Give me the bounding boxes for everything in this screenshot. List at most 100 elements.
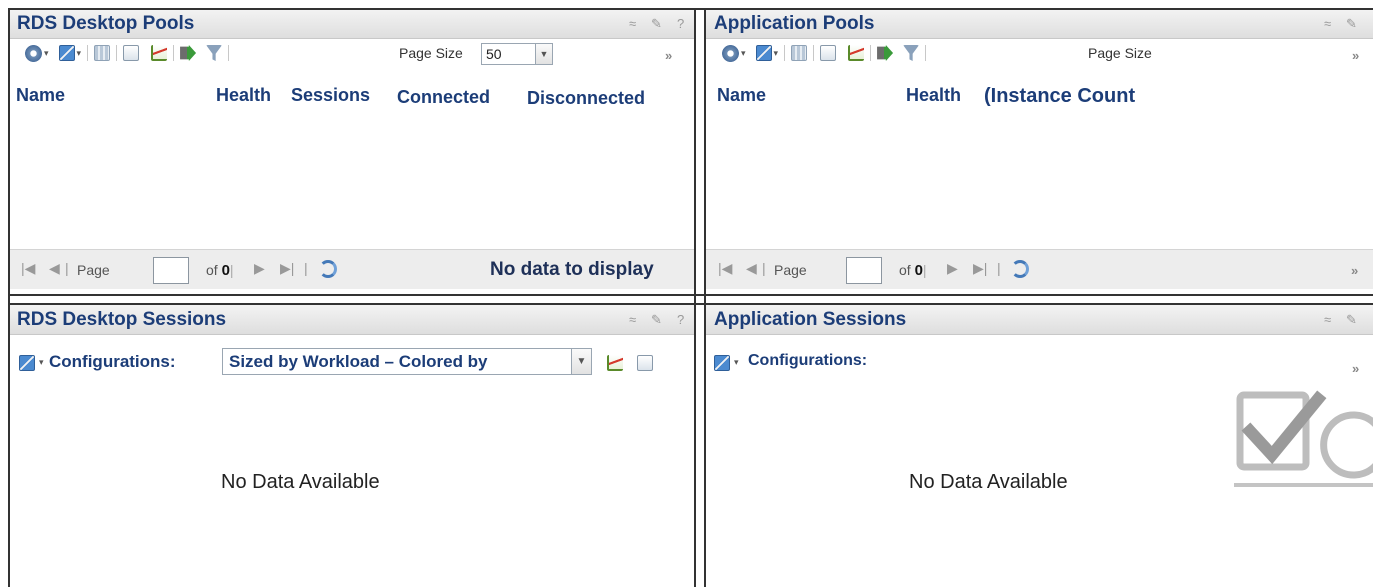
chevron-down-icon[interactable]: ▾ <box>734 357 739 368</box>
refresh-icon[interactable] <box>1011 260 1029 278</box>
more-icon[interactable]: » <box>665 48 672 63</box>
more-icon[interactable]: » <box>1352 48 1359 63</box>
column-header-name[interactable]: Name <box>16 85 65 106</box>
column-header-connected[interactable]: Connected <box>397 87 490 108</box>
collapse-icon[interactable]: ≈ <box>629 16 636 31</box>
page-total: of 0| <box>206 262 234 279</box>
next-page-icon[interactable]: ▶ <box>947 260 958 277</box>
column-header-instance-count[interactable]: (Instance Count <box>984 85 1135 108</box>
configurations-value: Sized by Workload – Colored by <box>229 352 488 371</box>
separator <box>116 45 118 61</box>
chevron-down-icon[interactable]: ▼ <box>535 44 552 64</box>
window-icon[interactable] <box>19 355 35 371</box>
panel-title: RDS Desktop Sessions <box>17 309 227 330</box>
last-page-icon[interactable]: ▶| <box>973 260 987 277</box>
pagination-bar: |◀ ◀ | Page of 0| ▶ ▶| | » <box>706 249 1373 289</box>
panel-title: Application Sessions <box>714 309 907 330</box>
more-icon[interactable]: » <box>1351 263 1358 278</box>
gear-icon[interactable] <box>722 44 739 62</box>
filter-icon[interactable] <box>206 45 223 61</box>
export-icon[interactable] <box>180 45 197 61</box>
more-icon[interactable]: » <box>1352 361 1359 376</box>
copy-icon[interactable] <box>637 355 653 371</box>
chart-icon[interactable] <box>151 45 168 61</box>
table-icon[interactable] <box>791 45 808 61</box>
of-label: of <box>899 262 911 278</box>
table-icon[interactable] <box>94 45 111 61</box>
page-total: of 0| <box>899 262 927 279</box>
toolbar: ▾ ▾ Page Size » <box>706 40 1373 67</box>
configurations-label: Configurations: <box>49 352 176 371</box>
chart-icon[interactable] <box>848 45 865 61</box>
no-data-message: No Data Available <box>221 471 380 493</box>
chevron-down-icon[interactable]: ▾ <box>39 357 44 368</box>
application-pools-panel: Application Pools ≈ ✎ ▾ ▾ Page Size » Na… <box>706 9 1373 294</box>
rds-desktop-sessions-panel: RDS Desktop Sessions ≈ ✎ ? ▾ Configurati… <box>9 305 695 587</box>
column-header-health[interactable]: Health <box>216 85 271 106</box>
column-header-disconnected[interactable]: Disconnected <box>527 88 645 109</box>
next-page-icon[interactable]: ▶ <box>254 260 265 277</box>
prev-page-icon[interactable]: ◀ <box>746 260 757 277</box>
checkmark-watermark-icon <box>1234 390 1373 487</box>
toolbar: ▾ ▾ Page Size 50 ▼ » <box>9 40 695 67</box>
page-number-input[interactable] <box>153 257 189 284</box>
page-number-input[interactable] <box>846 257 882 284</box>
separator: | <box>304 260 308 276</box>
divider <box>8 8 10 587</box>
no-data-status: No data to display <box>490 259 654 280</box>
rds-desktop-pools-panel: RDS Desktop Pools ≈ ✎ ? ▾ ▾ Page Size 50… <box>9 9 695 294</box>
panel-header: Application Pools ≈ ✎ <box>706 9 1373 39</box>
edit-icon[interactable]: ✎ <box>651 312 662 328</box>
no-data-message: No Data Available <box>909 471 1068 493</box>
chevron-down-icon[interactable]: ▾ <box>77 48 82 59</box>
panel-header: RDS Desktop Pools ≈ ✎ ? <box>9 9 695 39</box>
edit-icon[interactable]: ✎ <box>1346 16 1357 32</box>
configurations-select[interactable]: Sized by Workload – Colored by ▼ <box>222 348 592 375</box>
application-sessions-panel: Application Sessions ≈ ✎ ▾ Configuration… <box>706 305 1373 587</box>
separator <box>870 45 872 61</box>
collapse-icon[interactable]: ≈ <box>1324 16 1331 31</box>
window-icon[interactable] <box>755 45 772 61</box>
help-icon[interactable]: ? <box>677 16 684 31</box>
page-size-select[interactable]: 50 ▼ <box>481 43 553 65</box>
first-page-icon[interactable]: |◀ <box>21 260 35 277</box>
gear-icon[interactable] <box>25 44 42 62</box>
chevron-down-icon[interactable]: ▼ <box>571 349 591 374</box>
column-header-name[interactable]: Name <box>717 85 766 106</box>
toolbar-icons: ▾ ▾ <box>25 43 235 63</box>
edit-icon[interactable]: ✎ <box>1346 312 1357 328</box>
copy-icon[interactable] <box>820 45 837 61</box>
page-size-label: Page Size <box>1088 45 1152 61</box>
export-icon[interactable] <box>877 45 894 61</box>
last-page-icon[interactable]: ▶| <box>280 260 294 277</box>
column-header-health[interactable]: Health <box>906 85 961 106</box>
configurations-label: Configurations: <box>748 352 868 369</box>
separator <box>925 45 927 61</box>
panel-header: RDS Desktop Sessions ≈ ✎ ? <box>9 305 695 335</box>
chart-icon[interactable] <box>607 355 623 371</box>
total-pages: 0 <box>914 262 923 279</box>
prev-page-icon[interactable]: ◀ <box>49 260 60 277</box>
separator <box>87 45 89 61</box>
copy-icon[interactable] <box>123 45 140 61</box>
panel-header: Application Sessions ≈ ✎ <box>706 305 1373 335</box>
chevron-down-icon[interactable]: ▾ <box>44 48 49 59</box>
edit-icon[interactable]: ✎ <box>651 16 662 32</box>
window-icon[interactable] <box>714 355 730 371</box>
refresh-icon[interactable] <box>319 260 337 278</box>
divider <box>694 8 696 587</box>
filter-icon[interactable] <box>903 45 920 61</box>
total-pages: 0 <box>221 262 230 279</box>
divider <box>8 294 1373 296</box>
separator <box>173 45 175 61</box>
collapse-icon[interactable]: ≈ <box>629 312 636 327</box>
help-icon[interactable]: ? <box>677 312 684 327</box>
window-icon[interactable] <box>58 45 75 61</box>
divider <box>8 8 1373 10</box>
chevron-down-icon[interactable]: ▾ <box>774 48 779 59</box>
toolbar-icons: ▾ ▾ <box>722 43 932 63</box>
column-header-sessions[interactable]: Sessions <box>291 85 370 106</box>
collapse-icon[interactable]: ≈ <box>1324 312 1331 327</box>
chevron-down-icon[interactable]: ▾ <box>741 48 746 59</box>
first-page-icon[interactable]: |◀ <box>718 260 732 277</box>
